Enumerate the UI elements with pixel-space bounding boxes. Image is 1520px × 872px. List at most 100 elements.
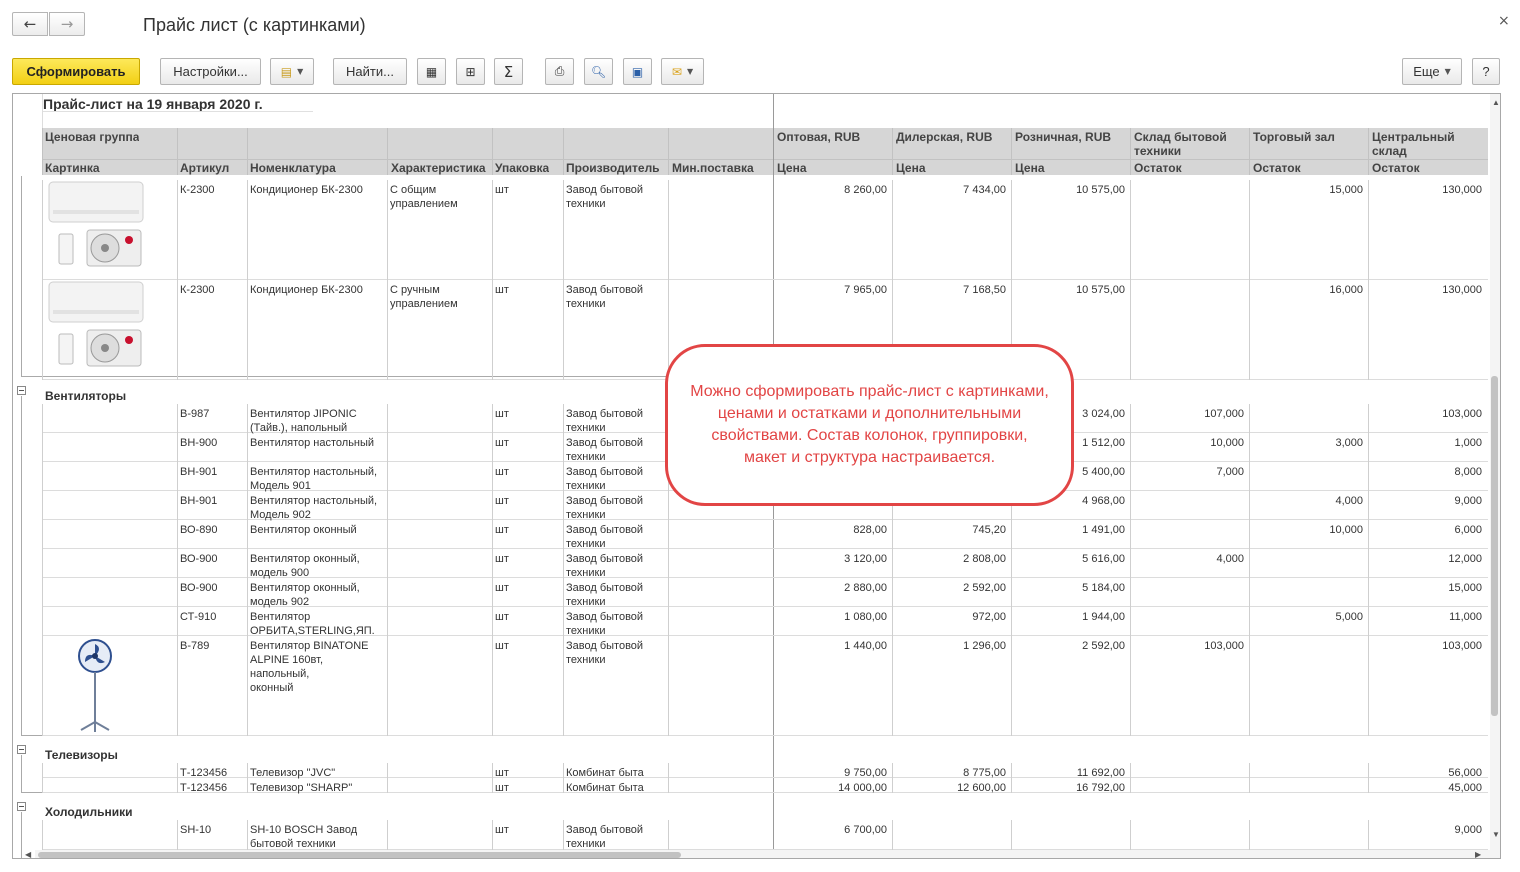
cell-name: Телевизор "SHARP" [250, 782, 353, 794]
collapse-fans-toggle[interactable] [17, 386, 26, 395]
cell-name: Вентилятор ОРБИТА,STERLING,ЯП. [250, 611, 375, 637]
cell-art: ВН-900 [180, 437, 218, 449]
settings-button[interactable]: Настройки... [160, 58, 261, 85]
cell-cen: 103,000 [1442, 640, 1482, 652]
cell-rozn: 10 575,00 [1076, 284, 1125, 296]
cell-dil: 972,00 [972, 611, 1006, 623]
cell-cen: 9,000 [1454, 824, 1482, 836]
generate-button[interactable]: Сформировать [12, 58, 140, 85]
sum-button[interactable]: Σ [494, 58, 523, 85]
cell-mfr: Завод бытовой техники [566, 824, 644, 850]
cell-skl: 107,000 [1204, 408, 1244, 420]
header-min-supply: Мин.поставка [672, 161, 754, 175]
scroll-up-icon[interactable]: ▲ [1492, 98, 1500, 107]
cell-art: В-789 [180, 640, 210, 652]
cell-mfr: Завод бытовой техники [566, 582, 644, 608]
header-retail: Розничная, RUB [1015, 130, 1112, 144]
mail-icon: ✉ [671, 64, 682, 79]
cell-pack: шт [495, 782, 509, 794]
group-icon: ▦ [425, 64, 438, 79]
cell-art: В-987 [180, 408, 210, 420]
print-button[interactable]: ⎙ [545, 58, 574, 85]
cell-zal: 5,000 [1335, 611, 1363, 623]
cell-opt: 14 000,00 [838, 782, 887, 794]
header-wholesale: Оптовая, RUB [777, 130, 861, 144]
cell-art: К-2300 [180, 184, 215, 196]
cell-name: Вентилятор оконный, модель 902 [250, 582, 360, 608]
cell-dil: 1 296,00 [963, 640, 1006, 652]
header-picture: Картинка [45, 161, 100, 175]
cell-mfr: Комбинат быта [566, 782, 644, 794]
cell-cen: 1,000 [1454, 437, 1482, 449]
cell-art: ВН-901 [180, 495, 218, 507]
back-button[interactable]: ← [12, 12, 48, 36]
cell-rozn: 1 944,00 [1082, 611, 1125, 623]
add-group-button[interactable]: ⊞ [456, 58, 485, 85]
cell-skl: 7,000 [1216, 466, 1244, 478]
cell-cen: 130,000 [1442, 184, 1482, 196]
scroll-left-icon[interactable]: ◀ [25, 850, 31, 858]
header-warehouse: Склад бытовой техники [1134, 130, 1227, 158]
cell-pack: шт [495, 611, 509, 623]
cell-dil: 7 168,50 [963, 284, 1006, 296]
more-button[interactable]: Еще ▼ [1402, 58, 1462, 85]
report-spreadsheet[interactable]: Прайс-лист на 19 января 2020 г. Ценовая … [12, 93, 1501, 859]
vertical-scroll-thumb[interactable] [1491, 376, 1498, 716]
cell-cen: 130,000 [1442, 284, 1482, 296]
cell-opt: 1 080,00 [844, 611, 887, 623]
cell-mfr: Завод бытовой техники [566, 524, 644, 550]
cell-name: Вентилятор BINATONE ALPINE 160вт, наполь… [250, 640, 369, 694]
cell-cen: 11,000 [1449, 611, 1482, 623]
header-trading-hall: Торговый зал [1253, 130, 1335, 144]
cell-pack: шт [495, 582, 509, 594]
cell-rozn: 5 616,00 [1082, 553, 1125, 565]
header-price-2: Цена [896, 161, 926, 175]
chevron-down-icon: ▼ [297, 67, 304, 76]
header-characteristic: Характеристика [391, 161, 486, 175]
scroll-right-icon[interactable]: ▶ [1475, 850, 1481, 858]
add-group-icon: ⊞ [465, 64, 476, 79]
save-button[interactable]: ▣ [623, 58, 652, 85]
header-manufacturer: Производитель [566, 161, 660, 175]
save-icon: ▣ [631, 64, 644, 79]
cell-mfr: Завод бытовой техники [566, 408, 644, 434]
cell-char: С ручным управлением [390, 284, 458, 310]
cell-opt: 1 440,00 [844, 640, 887, 652]
cell-name: Вентилятор оконный [250, 524, 357, 536]
forward-button[interactable]: → [49, 12, 85, 36]
cell-art: ВН-901 [180, 466, 218, 478]
preview-button[interactable]: 🔍︎ [584, 58, 613, 85]
help-button[interactable]: ? [1472, 58, 1500, 85]
collapse-fridges-toggle[interactable] [17, 802, 26, 811]
header-nomenclature: Номенклатура [250, 161, 336, 175]
cell-name: Вентилятор оконный, модель 900 [250, 553, 360, 579]
cell-art: ВО-890 [180, 524, 218, 536]
cell-opt: 2 880,00 [844, 582, 887, 594]
collapse-tvs-toggle[interactable] [17, 745, 26, 754]
variant-icon: ▤ [280, 64, 293, 79]
cell-rozn: 2 592,00 [1082, 640, 1125, 652]
cell-name: Вентилятор настольный [250, 437, 375, 449]
cell-mfr: Завод бытовой техники [566, 495, 644, 521]
cell-zal: 15,000 [1329, 184, 1363, 196]
cell-cen: 45,000 [1448, 782, 1482, 794]
header-package: Упаковка [495, 161, 550, 175]
horizontal-scroll-thumb[interactable] [38, 852, 681, 858]
group-fridges: Холодильники [45, 805, 133, 819]
cell-mfr: Завод бытовой техники [566, 553, 644, 579]
cell-cen: 15,000 [1448, 582, 1482, 594]
mail-dropdown[interactable]: ✉ ▼ [661, 58, 704, 85]
close-icon[interactable]: × [1498, 13, 1510, 29]
header-dealer: Дилерская, RUB [896, 130, 993, 144]
cell-name: Вентилятор JIPONIC (Тайв.), напольный [250, 408, 357, 434]
scroll-down-icon[interactable]: ▼ [1492, 830, 1500, 839]
cell-name: Вентилятор настольный, Модель 902 [250, 495, 378, 521]
cell-pack: шт [495, 495, 509, 507]
cell-mfr: Завод бытовой техники [566, 611, 644, 637]
group-button[interactable]: ▦ [417, 58, 446, 85]
find-button[interactable]: Найти... [333, 58, 407, 85]
cell-art: SH-10 [180, 824, 212, 836]
variant-dropdown[interactable]: ▤ ▼ [270, 58, 314, 85]
header-price-1: Цена [777, 161, 807, 175]
cell-pack: шт [495, 824, 509, 836]
